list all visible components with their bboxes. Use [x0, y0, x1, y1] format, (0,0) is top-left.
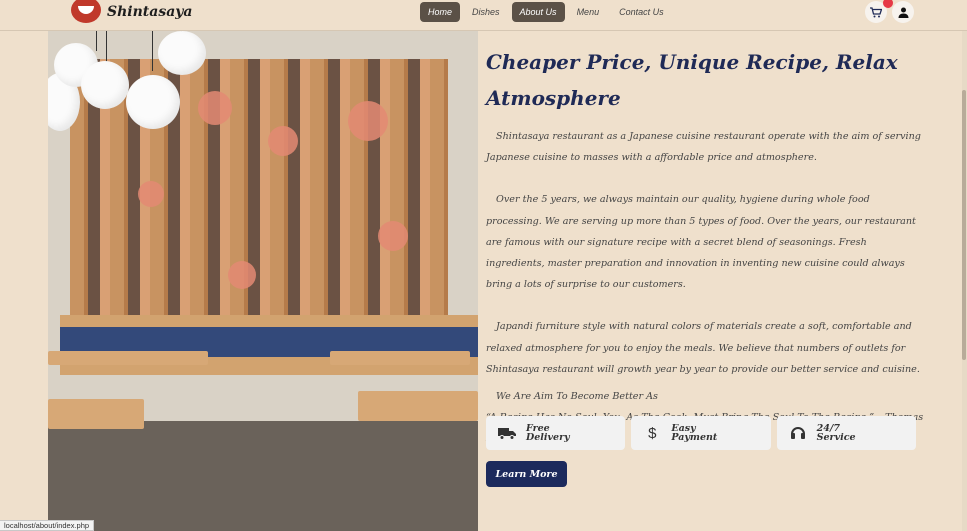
feature-24-7-service: 24/7 Service [776, 416, 916, 450]
dining-table [330, 351, 470, 365]
mural-blossom [268, 126, 298, 156]
cart-button[interactable] [865, 0, 893, 23]
dining-table [358, 391, 478, 421]
feature-label: 24/7 Service [816, 423, 856, 443]
dining-table [48, 351, 208, 365]
feature-list: Free Delivery $ Easy Payment 24/7 Servic… [486, 416, 916, 450]
cart-badge [883, 0, 893, 8]
about-paragraph: Shintasaya restaurant as a Japanese cuis… [486, 131, 921, 164]
dollar-icon: $ [648, 424, 657, 442]
about-title: Cheaper Price, Unique Recipe, Relax Atmo… [486, 50, 898, 110]
brand-logo[interactable]: Shintasaya [71, 0, 192, 24]
browser-status-bar: localhost/about/index.php [0, 520, 95, 531]
feature-easy-payment: $ Easy Payment [631, 416, 771, 450]
mural-blossom [138, 181, 164, 207]
learn-more-button[interactable]: Learn More [486, 461, 567, 487]
about-paragraph: Over the 5 years, we always maintain our… [486, 194, 916, 291]
nav-menu[interactable]: Menu [569, 2, 608, 22]
pendant-lamp [158, 31, 206, 75]
headset-icon [789, 424, 807, 442]
feature-free-delivery: Free Delivery [486, 416, 626, 450]
cart-icon [870, 6, 882, 17]
pendant-lamp [126, 75, 180, 129]
site-header: Shintasaya Home Dishes About Us Menu Con… [0, 0, 967, 31]
truck-icon [498, 424, 516, 442]
floor [48, 421, 478, 531]
mural-blossom [378, 221, 408, 251]
mural-blossom [348, 101, 388, 141]
user-icon [898, 7, 908, 18]
nav-dishes[interactable]: Dishes [464, 2, 508, 22]
dining-table [48, 399, 144, 429]
about-paragraph: Japandi furniture style with natural col… [486, 321, 920, 375]
mural-blossom [228, 261, 256, 289]
pendant-lamp [81, 61, 129, 109]
main-nav: Home Dishes About Us Menu Contact Us [420, 2, 672, 22]
feature-label: Free Delivery [526, 423, 570, 443]
nav-about-us[interactable]: About Us [511, 2, 565, 22]
nav-home[interactable]: Home [420, 2, 461, 22]
nav-contact-us[interactable]: Contact Us [611, 2, 672, 22]
feature-label: Easy Payment [671, 423, 718, 443]
about-content: Cheaper Price, Unique Recipe, Relax Atmo… [486, 44, 926, 449]
aim-text: We Are Aim To Become Better As [496, 391, 658, 403]
restaurant-interior-image [48, 31, 478, 531]
brand-name: Shintasaya [107, 4, 193, 20]
lamp-cord [96, 31, 97, 51]
lamp-cord [152, 31, 153, 71]
scrollbar-thumb[interactable] [962, 90, 966, 360]
user-button[interactable] [892, 1, 914, 23]
mural-blossom [198, 91, 232, 125]
ramen-bowl-icon [71, 0, 101, 23]
